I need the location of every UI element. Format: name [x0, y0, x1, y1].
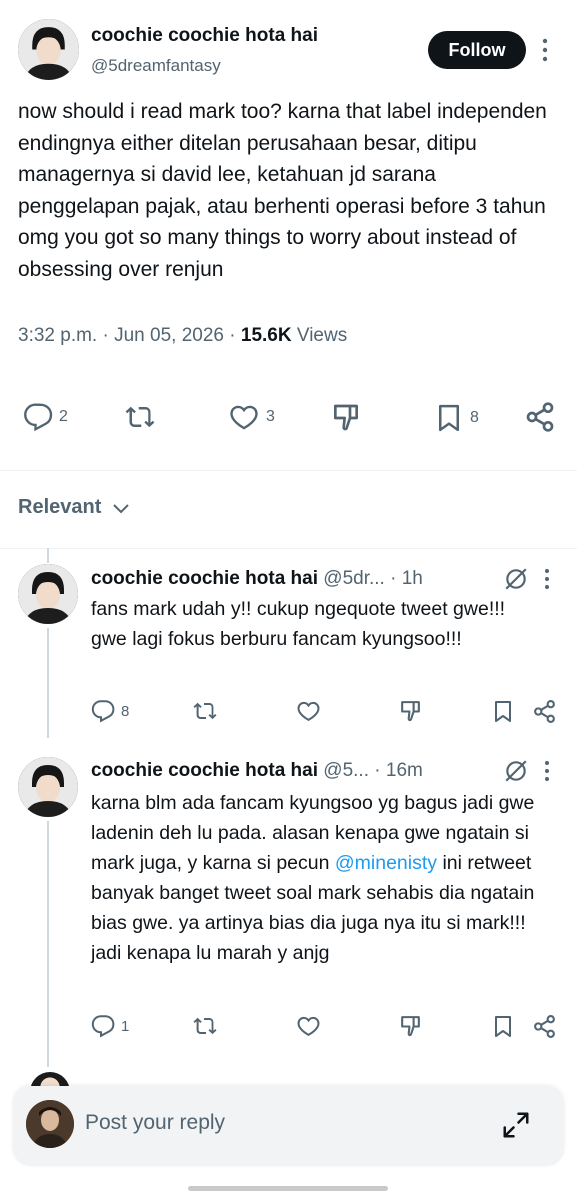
views-count: 15.6K [240, 325, 292, 346]
share-icon [534, 700, 555, 723]
tweet-time: 3:32 p.m. [18, 325, 98, 346]
sort-label: Relevant [18, 496, 102, 518]
author-handle[interactable]: @5dreamfantasy [91, 56, 221, 76]
chevron-down-icon [113, 503, 130, 513]
like-count: 3 [266, 408, 275, 425]
heart-icon [297, 701, 320, 722]
like-action[interactable] [296, 699, 321, 723]
downvote-icon [401, 701, 420, 722]
repost-action[interactable] [192, 1014, 218, 1038]
divider [0, 548, 577, 549]
bookmark-icon [439, 404, 459, 432]
tweet-meta: 3:32 p.m. · Jun 05, 2026 · 15.6K Views [18, 325, 348, 346]
home-indicator [188, 1186, 388, 1191]
follow-button[interactable]: Follow [428, 31, 526, 69]
reply-author-name[interactable]: coochie coochie hota hai [91, 760, 318, 781]
heart-icon [297, 1016, 320, 1037]
reply-count: 2 [59, 408, 68, 425]
tweet-text: now should i read mark too? karna that l… [18, 100, 547, 281]
reply-action[interactable]: 1 [91, 1014, 129, 1038]
reply-action[interactable]: 8 [91, 699, 129, 723]
share-action[interactable] [532, 699, 557, 724]
reply-age: 16m [385, 760, 423, 781]
reply-header: coochie coochie hota hai @5... · 16m [91, 760, 423, 781]
bookmark-action[interactable] [491, 699, 515, 724]
reply-icon [24, 403, 53, 432]
dislike-action[interactable] [398, 699, 423, 724]
thread-line [47, 821, 49, 1067]
reply-count: 1 [121, 1017, 130, 1035]
like-action[interactable] [296, 1014, 321, 1038]
reply-input[interactable]: Post your reply [85, 1111, 225, 1135]
mention-link[interactable]: @minenisty [335, 852, 437, 874]
reply-text: fans mark udah y!! cukup ngequote tweet … [91, 598, 506, 650]
author-avatar[interactable] [18, 19, 79, 80]
bookmark-action[interactable]: 8 [434, 402, 479, 434]
reply-author-handle[interactable]: @5... [323, 760, 369, 781]
dislike-action[interactable] [330, 402, 362, 434]
bookmark-action[interactable] [491, 1014, 515, 1039]
reply-composer[interactable]: Post your reply [13, 1086, 564, 1166]
repost-action[interactable] [123, 402, 157, 432]
reply-icon [91, 700, 115, 723]
tweet-date: Jun 05, 2026 [114, 325, 224, 346]
reply-header: coochie coochie hota hai @5dr... · 1h [91, 568, 423, 589]
divider [0, 470, 577, 471]
sort-selector[interactable]: Relevant [18, 496, 131, 519]
reply-text: karna blm ada fancam kyungsoo yg bagus j… [91, 788, 536, 968]
share-icon [526, 402, 554, 432]
reply-count: 8 [121, 702, 130, 720]
bookmark-icon [495, 1016, 511, 1037]
more-options-icon[interactable] [543, 759, 551, 788]
repost-icon [193, 1017, 217, 1035]
thread-line [47, 628, 49, 738]
author-name[interactable]: coochie coochie hota hai [91, 25, 318, 47]
reply-author-handle[interactable]: @5dr... [323, 568, 385, 589]
dislike-action[interactable] [398, 1014, 423, 1039]
repost-action[interactable] [192, 699, 218, 723]
share-action[interactable] [524, 401, 556, 433]
heart-icon [230, 405, 258, 430]
expand-icon[interactable] [501, 1110, 531, 1145]
share-action[interactable] [532, 1014, 557, 1039]
share-icon [534, 1015, 555, 1038]
reply-avatar[interactable] [18, 564, 78, 624]
views-label: Views [296, 325, 348, 346]
repost-icon [125, 406, 155, 428]
my-avatar [26, 1100, 74, 1148]
downvote-icon [334, 404, 358, 431]
reply-action[interactable]: 2 [23, 402, 68, 432]
reply-icon [91, 1015, 115, 1038]
repost-icon [193, 702, 217, 720]
more-options-icon[interactable] [543, 567, 551, 596]
like-action[interactable]: 3 [228, 402, 275, 432]
bookmark-count: 8 [470, 409, 479, 426]
reply-age: 1h [401, 568, 423, 589]
reply-avatar[interactable] [18, 757, 78, 817]
grok-icon[interactable] [503, 566, 529, 597]
thread-line [47, 548, 49, 563]
grok-icon[interactable] [503, 758, 529, 789]
reply-author-name[interactable]: coochie coochie hota hai [91, 568, 318, 589]
downvote-icon [401, 1016, 420, 1037]
more-options-icon[interactable] [541, 37, 549, 63]
bookmark-icon [495, 701, 511, 722]
